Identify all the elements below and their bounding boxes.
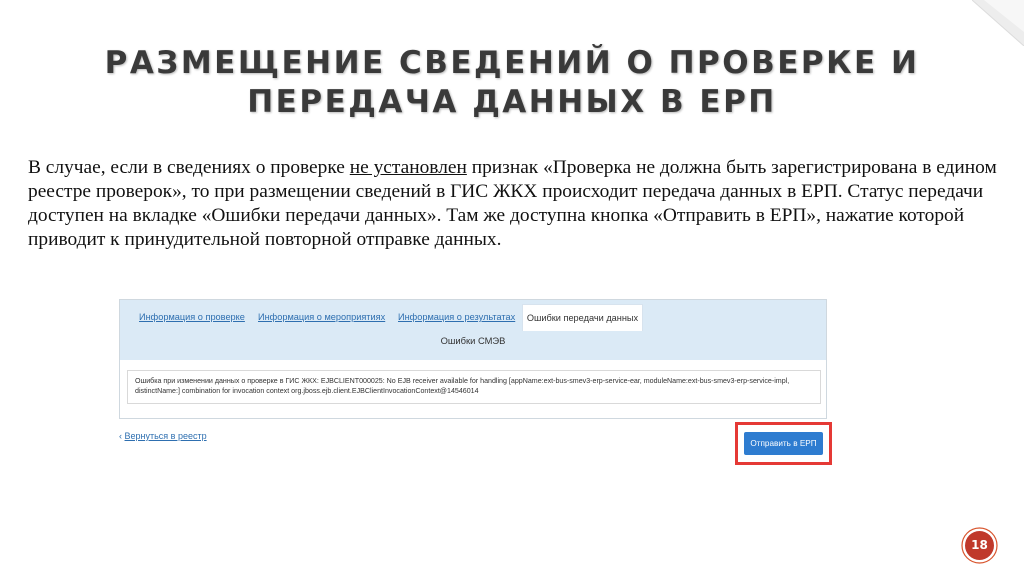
body-text-underlined: не установлен — [349, 157, 467, 178]
section-heading: Ошибки СМЭВ — [440, 335, 506, 346]
back-link-label: Вернуться в реестр — [124, 431, 207, 441]
slide-title-line-2: ПЕРЕДАЧА ДАННЫХ В ЕРП — [247, 84, 777, 120]
page-number-badge: 18 — [961, 527, 998, 564]
error-message-text: Ошибка при изменении данных о проверке в… — [135, 377, 790, 395]
error-message-box: Ошибка при изменении данных о проверке в… — [127, 370, 821, 404]
page-number: 18 — [971, 538, 988, 552]
body-paragraph: В случае, если в сведениях о проверке не… — [28, 156, 998, 252]
tab-inspection-info[interactable]: Информация о проверке — [139, 312, 245, 322]
tab-events-info[interactable]: Информация о мероприятиях — [258, 312, 385, 322]
highlight-frame: Отправить в ЕРП — [735, 422, 832, 465]
chevron-left-icon: ‹ — [119, 431, 122, 441]
tab-transfer-errors[interactable]: Ошибки передачи данных — [522, 304, 643, 331]
slide-title-line-1: РАЗМЕЩЕНИЕ СВЕДЕНИЙ О ПРОВЕРКЕ И — [104, 45, 920, 81]
body-text-part-1: В случае, если в сведениях о проверке — [28, 157, 350, 178]
slide-title: РАЗМЕЩЕНИЕ СВЕДЕНИЙ О ПРОВЕРКЕ И ПЕРЕДАЧ… — [40, 44, 984, 122]
send-to-erp-button[interactable]: Отправить в ЕРП — [744, 432, 823, 455]
back-to-registry-link[interactable]: ‹ Вернуться в реестр — [119, 431, 207, 441]
app-screenshot: Информация о проверке Информация о мероп… — [119, 299, 827, 419]
tab-bar: Информация о проверке Информация о мероп… — [120, 300, 826, 360]
corner-decoration-icon — [972, 0, 1024, 46]
tab-results-info[interactable]: Информация о результатах — [398, 312, 515, 322]
